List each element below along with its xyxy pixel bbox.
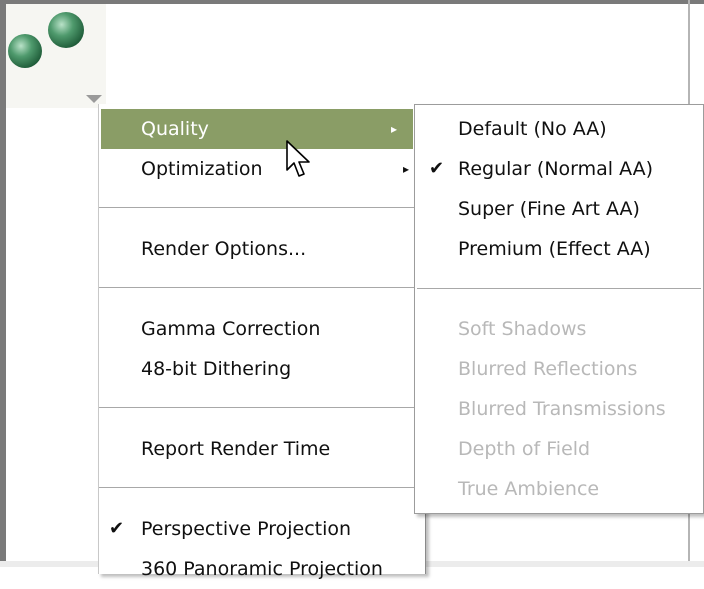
menu-separator — [99, 207, 425, 211]
submenu-item-soft-shadows: Soft Shadows — [415, 309, 703, 349]
dropdown-arrow-icon[interactable] — [86, 95, 102, 103]
menu-separator — [99, 407, 425, 411]
green-sphere-icon — [48, 12, 84, 48]
menu-separator — [99, 487, 425, 491]
mouse-cursor-icon — [286, 140, 310, 177]
render-toolbar-button[interactable] — [6, 4, 106, 108]
menu-item-optimization[interactable]: Optimization ▸ — [99, 149, 425, 189]
checkmark-icon: ✔ — [109, 518, 125, 539]
menu-item-label: Optimization — [141, 158, 263, 180]
submenu-item-regular-normal-aa[interactable]: ✔ Regular (Normal AA) — [415, 149, 703, 189]
menu-separator — [99, 287, 425, 291]
menu-item-label: 360 Panoramic Projection — [141, 558, 383, 580]
menu-item-render-options[interactable]: Render Options... — [99, 229, 425, 269]
submenu-item-label: Premium (Effect AA) — [458, 238, 651, 260]
submenu-arrow-icon: ▸ — [402, 162, 409, 176]
submenu-item-depth-of-field: Depth of Field — [415, 429, 703, 469]
submenu-arrow-icon: ▸ — [390, 122, 397, 136]
submenu-item-default-no-aa[interactable]: Default (No AA) — [415, 109, 703, 149]
checkmark-icon: ✔ — [429, 158, 445, 179]
menu-item-gamma-correction[interactable]: Gamma Correction — [99, 309, 425, 349]
submenu-separator — [417, 288, 701, 292]
menu-item-label: Perspective Projection — [141, 518, 352, 540]
submenu-item-label: True Ambience — [458, 478, 600, 500]
menu-item-48bit-dithering[interactable]: 48-bit Dithering — [99, 349, 425, 389]
menu-item-quality[interactable]: Quality ▸ — [101, 109, 413, 149]
menu-item-label: Render Options... — [141, 238, 307, 260]
submenu-item-label: Blurred Reflections — [458, 358, 638, 380]
submenu-item-label: Blurred Transmissions — [458, 398, 666, 420]
submenu-item-label: Default (No AA) — [458, 118, 607, 140]
submenu-item-super-fine-art-aa[interactable]: Super (Fine Art AA) — [415, 189, 703, 229]
menu-item-360-panoramic-projection[interactable]: 360 Panoramic Projection — [99, 549, 425, 589]
submenu-item-blurred-transmissions: Blurred Transmissions — [415, 389, 703, 429]
render-options-menu: Quality ▸ Optimization ▸ Render Options.… — [98, 104, 426, 580]
menu-item-label: Report Render Time — [141, 438, 331, 460]
submenu-item-blurred-reflections: Blurred Reflections — [415, 349, 703, 389]
menu-item-label: Gamma Correction — [141, 318, 321, 340]
menu-item-perspective-projection[interactable]: ✔ Perspective Projection — [99, 509, 425, 549]
menu-item-label: 48-bit Dithering — [141, 358, 292, 380]
menu-item-report-render-time[interactable]: Report Render Time — [99, 429, 425, 469]
submenu-item-label: Regular (Normal AA) — [458, 158, 654, 180]
menu-item-label: Quality — [141, 118, 209, 140]
green-sphere-icon — [8, 34, 42, 68]
submenu-item-label: Depth of Field — [458, 438, 591, 460]
submenu-item-premium-effect-aa[interactable]: Premium (Effect AA) — [415, 229, 703, 269]
submenu-item-label: Soft Shadows — [458, 318, 587, 340]
submenu-item-true-ambience: True Ambience — [415, 469, 703, 509]
quality-submenu: Default (No AA) ✔ Regular (Normal AA) Su… — [414, 104, 704, 514]
submenu-item-label: Super (Fine Art AA) — [458, 198, 640, 220]
